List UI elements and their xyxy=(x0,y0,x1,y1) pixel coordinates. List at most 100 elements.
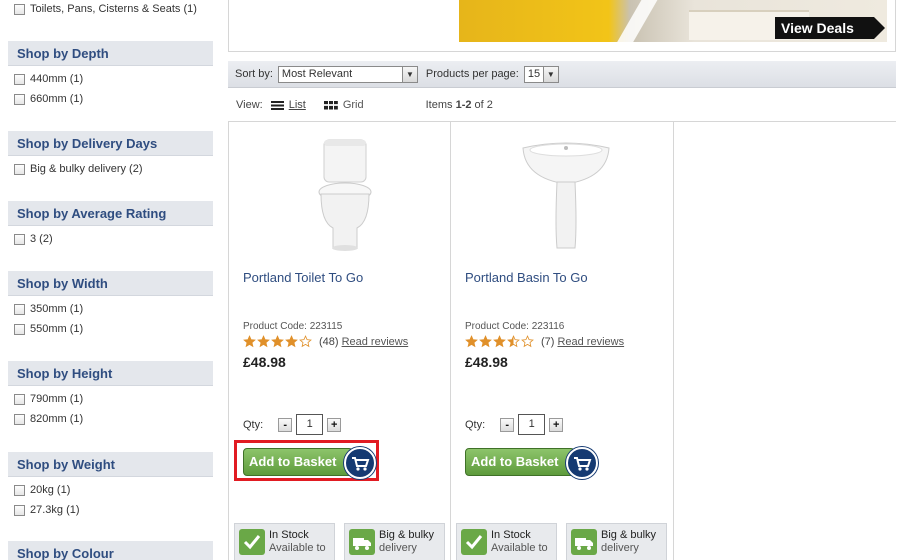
grid-view-icon[interactable] xyxy=(323,100,338,110)
filter-option-label: 440mm (1) xyxy=(30,73,84,85)
filter-sidebar: Toilets, Pans, Cisterns & Seats (1) Shop… xyxy=(0,0,222,560)
filter-option[interactable]: 790mm (1) xyxy=(8,389,213,409)
facet-title[interactable]: Shop by Depth xyxy=(8,41,213,66)
facet-title[interactable]: Shop by Delivery Days xyxy=(8,131,213,156)
dropdown-arrow-icon[interactable]: ▼ xyxy=(542,66,558,82)
filter-option-label: Big & bulky delivery (2) xyxy=(30,163,143,175)
stock-sub: Available to xyxy=(491,542,548,554)
qty-input[interactable]: 1 xyxy=(518,414,546,435)
product-listing: View Deals Sort by: Most Relevant ▼ Prod… xyxy=(228,0,896,560)
star-full-icon xyxy=(465,335,478,348)
filter-option[interactable]: 20kg (1) xyxy=(8,480,213,500)
add-to-basket-button[interactable]: Add to Basket xyxy=(465,447,598,479)
star-full-icon xyxy=(285,335,298,348)
product-price: £48.98 xyxy=(243,354,286,370)
banner-stripe xyxy=(606,0,664,42)
checkbox[interactable] xyxy=(14,323,25,335)
delivery-sub: delivery xyxy=(379,542,417,554)
filter-option[interactable]: 350mm (1) xyxy=(8,299,213,319)
review-count: (7) xyxy=(541,335,555,348)
checkbox[interactable] xyxy=(14,233,25,245)
items-suffix: of 2 xyxy=(471,99,493,111)
delivery-truck-icon xyxy=(571,529,597,555)
filter-option[interactable]: 3 (2) xyxy=(8,229,213,249)
toilet-product-image[interactable] xyxy=(289,136,399,254)
per-page-value: 15 xyxy=(527,68,541,80)
qty-minus-button[interactable]: - xyxy=(278,417,293,432)
qty-plus-button[interactable]: + xyxy=(549,417,564,432)
dropdown-arrow-icon[interactable]: ▼ xyxy=(401,66,417,82)
filter-option-label: Toilets, Pans, Cisterns & Seats (1) xyxy=(30,3,197,15)
list-view-icon[interactable] xyxy=(270,100,284,110)
quantity-stepper: Qty: - 1 + xyxy=(243,414,342,435)
filter-option-label: 3 (2) xyxy=(30,233,53,245)
filter-option[interactable]: 27.3kg (1) xyxy=(8,500,213,520)
add-to-basket-label: Add to Basket xyxy=(471,454,559,469)
check-icon xyxy=(239,529,265,555)
filter-option[interactable]: Big & bulky delivery (2) xyxy=(8,159,213,179)
sort-label: Sort by: xyxy=(235,68,273,80)
checkbox[interactable] xyxy=(14,484,25,496)
grid-view-link[interactable]: Grid xyxy=(343,99,364,111)
product-code: Product Code: 223115 xyxy=(243,321,343,332)
qty-plus-button[interactable]: + xyxy=(327,417,342,432)
promo-banner-container: View Deals xyxy=(228,0,896,52)
review-count: (48) xyxy=(319,335,339,348)
facet-weight: Shop by Weight 20kg (1) 27.3kg (1) xyxy=(8,452,213,520)
facet-title[interactable]: Shop by Colour xyxy=(8,541,213,560)
facet-title[interactable]: Shop by Average Rating xyxy=(8,201,213,226)
basin-product-image[interactable] xyxy=(511,136,621,254)
per-page-select[interactable]: 15 ▼ xyxy=(523,65,559,83)
read-reviews-link[interactable]: Read reviews xyxy=(342,336,409,348)
checkbox[interactable] xyxy=(14,3,25,15)
delivery-title: Big & bulky xyxy=(601,529,657,541)
product-name-link[interactable]: Portland Basin To Go xyxy=(465,270,588,285)
read-reviews-link[interactable]: Read reviews xyxy=(557,336,624,348)
filter-option[interactable]: 550mm (1) xyxy=(8,319,213,339)
add-to-basket-button[interactable]: Add to Basket xyxy=(243,447,376,479)
filter-option[interactable]: 660mm (1) xyxy=(8,89,213,109)
qty-label: Qty: xyxy=(465,418,486,431)
list-view-link[interactable]: List xyxy=(289,99,306,111)
view-label: View: xyxy=(236,99,263,111)
delivery-title: Big & bulky xyxy=(379,529,435,541)
filter-option-label: 790mm (1) xyxy=(30,393,84,405)
product-code: Product Code: 223116 xyxy=(465,321,565,332)
checkbox[interactable] xyxy=(14,303,25,315)
filter-option[interactable]: 440mm (1) xyxy=(8,69,213,89)
filter-option-label: 350mm (1) xyxy=(30,303,84,315)
promo-banner[interactable]: View Deals xyxy=(459,0,887,42)
star-rating xyxy=(465,335,535,348)
filter-option-label: 820mm (1) xyxy=(30,413,84,425)
filter-option-toilets[interactable]: Toilets, Pans, Cisterns & Seats (1) xyxy=(8,0,197,19)
in-stock-badge: In Stock Available to xyxy=(456,523,557,560)
checkbox[interactable] xyxy=(14,504,25,516)
view-deals-button[interactable]: View Deals xyxy=(775,17,885,39)
product-name-link[interactable]: Portland Toilet To Go xyxy=(243,270,363,285)
product-rating: (7) Read reviews xyxy=(465,335,624,348)
facet-delivery-days: Shop by Delivery Days Big & bulky delive… xyxy=(8,131,213,179)
checkbox[interactable] xyxy=(14,93,25,105)
facet-title[interactable]: Shop by Width xyxy=(8,271,213,296)
checkbox[interactable] xyxy=(14,73,25,85)
stock-title: In Stock xyxy=(491,529,531,541)
qty-label: Qty: xyxy=(243,418,264,431)
filter-option-label: 27.3kg (1) xyxy=(30,504,80,516)
checkbox[interactable] xyxy=(14,163,25,175)
qty-minus-button[interactable]: - xyxy=(500,417,515,432)
view-toggle-bar: View: List Grid Items 1-2 of 2 xyxy=(236,97,896,113)
per-page-label: Products per page: xyxy=(425,68,519,80)
star-full-icon xyxy=(479,335,492,348)
checkbox[interactable] xyxy=(14,393,25,405)
star-full-icon xyxy=(257,335,270,348)
sort-select[interactable]: Most Relevant ▼ xyxy=(277,65,418,83)
checkbox[interactable] xyxy=(14,413,25,425)
product-card: Portland Basin To Go Product Code: 22311… xyxy=(451,122,674,560)
check-icon xyxy=(461,529,487,555)
facet-title[interactable]: Shop by Weight xyxy=(8,452,213,477)
qty-input[interactable]: 1 xyxy=(296,414,324,435)
filter-option[interactable]: 820mm (1) xyxy=(8,409,213,429)
facet-title[interactable]: Shop by Height xyxy=(8,361,213,386)
cart-icon xyxy=(566,447,598,479)
star-rating xyxy=(243,335,313,348)
